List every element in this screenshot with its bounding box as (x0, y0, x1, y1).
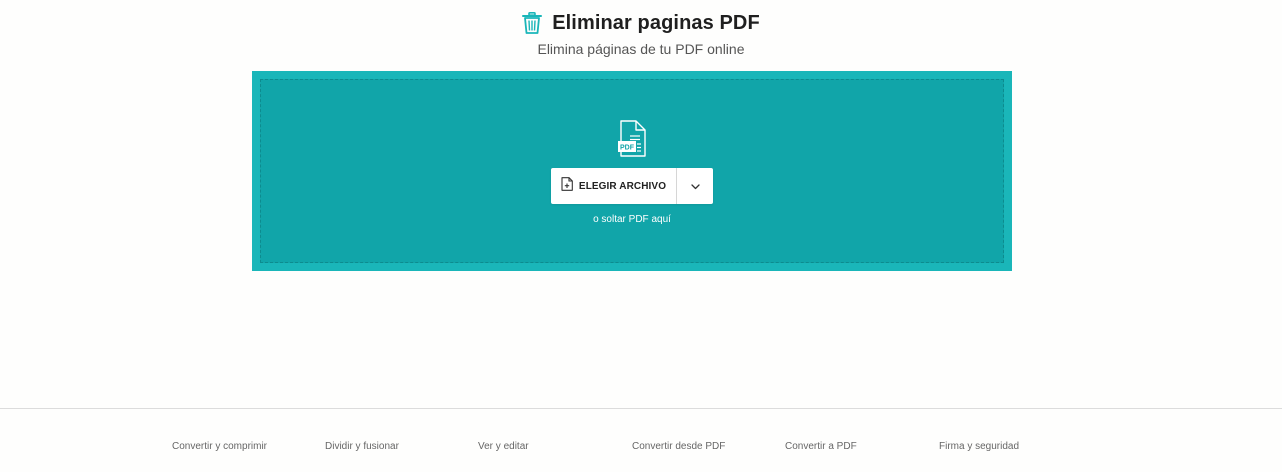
pdf-file-icon: PDF (617, 120, 647, 163)
footer-link-ver-editar[interactable]: Ver y editar (478, 441, 529, 452)
choose-file-label: ELEGIR ARCHIVO (578, 180, 667, 192)
footer-link-convertir-a-pdf[interactable]: Convertir a PDF (785, 441, 857, 452)
footer-link-firma-seguridad[interactable]: Firma y seguridad (939, 441, 1019, 452)
footer-link-convertir-desde-pdf[interactable]: Convertir desde PDF (632, 441, 725, 452)
page-subtitle: Elimina páginas de tu PDF online (537, 41, 745, 57)
footer-link-dividir-fusionar[interactable]: Dividir y fusionar (325, 441, 399, 452)
drop-hint: o soltar PDF aquí (593, 214, 671, 225)
title-row: Eliminar paginas PDF (522, 10, 760, 36)
chevron-down-icon (690, 177, 700, 195)
pdf-icon-label: PDF (620, 145, 635, 152)
footer-link-convertir-comprimir[interactable]: Convertir y comprimir (172, 441, 267, 452)
page-title: Eliminar paginas PDF (552, 11, 760, 34)
trash-icon (522, 12, 543, 34)
upload-dropzone[interactable]: PDF ELEGIR ARCHIVO o soltar PDF aquí (252, 71, 1012, 271)
footer-nav: Convertir y comprimir Dividir y fusionar… (172, 441, 1092, 455)
choose-file-button[interactable]: ELEGIR ARCHIVO (551, 168, 677, 204)
footer: Convertir y comprimir Dividir y fusionar… (0, 408, 1282, 472)
upload-dropzone-inner[interactable]: PDF ELEGIR ARCHIVO o soltar PDF aquí (260, 79, 1004, 263)
upload-options-dropdown[interactable] (677, 168, 713, 204)
choose-file-split-button[interactable]: ELEGIR ARCHIVO (551, 168, 713, 204)
page: Eliminar paginas PDF Elimina páginas de … (0, 0, 1282, 472)
page-header: Eliminar paginas PDF Elimina páginas de … (0, 10, 1282, 57)
file-add-icon (561, 176, 573, 196)
